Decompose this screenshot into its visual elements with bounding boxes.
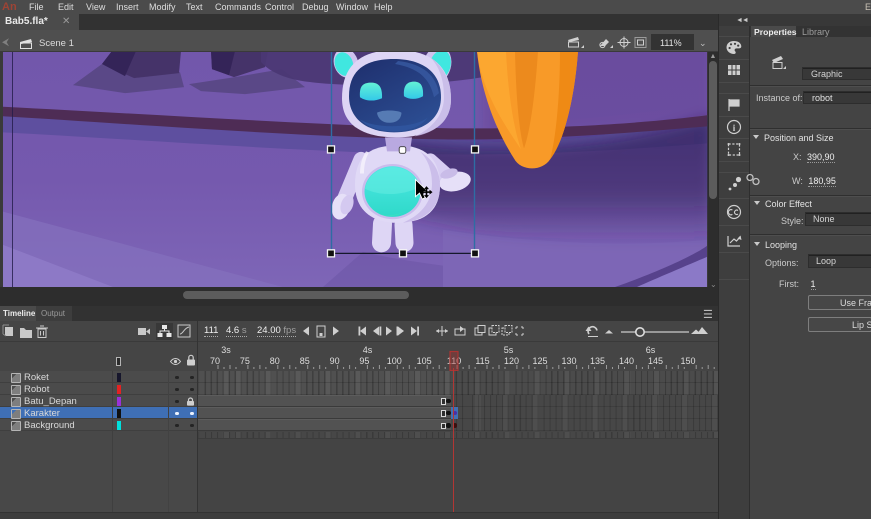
svg-text:75: 75 <box>240 356 250 366</box>
svg-text:145: 145 <box>648 356 663 366</box>
svg-text:6s: 6s <box>646 345 656 355</box>
svg-text:100: 100 <box>387 356 402 366</box>
svg-text:3s: 3s <box>221 345 231 355</box>
svg-text:120: 120 <box>504 356 519 366</box>
svg-text:85: 85 <box>300 356 310 366</box>
svg-text:115: 115 <box>475 356 489 366</box>
svg-text:90: 90 <box>330 356 340 366</box>
svg-text:95: 95 <box>359 356 369 366</box>
svg-text:i: i <box>733 123 736 133</box>
svg-text:4s: 4s <box>363 345 373 355</box>
svg-text:80: 80 <box>270 356 280 366</box>
svg-text:130: 130 <box>561 356 576 366</box>
svg-text:150: 150 <box>680 356 695 366</box>
svg-text:5s: 5s <box>504 345 514 355</box>
svg-text:140: 140 <box>619 356 634 366</box>
svg-text:135: 135 <box>590 356 605 366</box>
svg-text:70: 70 <box>210 356 220 366</box>
svg-text:105: 105 <box>417 356 432 366</box>
svg-text:125: 125 <box>532 356 547 366</box>
